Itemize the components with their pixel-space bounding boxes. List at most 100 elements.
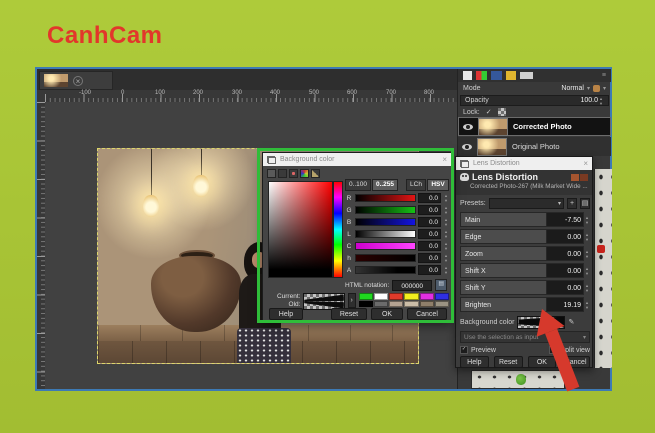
param-label[interactable]: Shift Y: [460, 280, 546, 295]
palette-selector-tab[interactable]: [311, 169, 320, 178]
cmyk-selector-tab[interactable]: [278, 169, 287, 178]
device-status-tab-icon[interactable]: [520, 72, 533, 79]
param-label[interactable]: Main: [460, 212, 546, 227]
presets-dropdown[interactable]: ▾: [489, 198, 564, 209]
hue-strip[interactable]: [333, 181, 343, 278]
split-view-checkbox[interactable]: [549, 346, 557, 354]
saturation-value-square[interactable]: [268, 181, 333, 278]
cancel-button[interactable]: Cancel: [407, 308, 447, 320]
channels-tab-icon[interactable]: [476, 71, 487, 80]
brushes-panel-sliver[interactable]: [594, 169, 612, 368]
channel-slider[interactable]: [355, 218, 416, 226]
channel-value[interactable]: 0.0: [418, 217, 441, 227]
channel-value[interactable]: 0.0: [418, 193, 441, 203]
wheel-selector-tab[interactable]: [300, 169, 309, 178]
opacity-value[interactable]: 100.0: [580, 97, 598, 104]
help-button[interactable]: Help: [460, 356, 489, 368]
add-preset-button[interactable]: +: [567, 198, 577, 209]
param-label[interactable]: Zoom: [460, 246, 546, 261]
brush-thumbnail-green[interactable]: [516, 374, 526, 385]
gimp-selector-tab[interactable]: [267, 169, 276, 178]
channel-slider[interactable]: [355, 206, 416, 214]
param-value[interactable]: 0.00: [546, 280, 584, 295]
spinner[interactable]: [443, 193, 449, 203]
palette-swatch[interactable]: [404, 293, 418, 300]
palette-swatch[interactable]: [435, 293, 449, 300]
range-0-100-button[interactable]: 0..100: [345, 179, 371, 191]
html-notation-input[interactable]: 000000: [392, 280, 432, 291]
palette-swatch[interactable]: [389, 293, 403, 300]
manage-presets-button[interactable]: ▤: [580, 198, 590, 209]
spinner[interactable]: [584, 263, 590, 278]
channel-slider[interactable]: [355, 254, 416, 262]
lock-alpha-icon[interactable]: [498, 108, 506, 116]
tab-close-icon[interactable]: ×: [73, 76, 83, 86]
visibility-eye-icon[interactable]: [463, 124, 473, 130]
close-icon[interactable]: ×: [442, 155, 447, 164]
palette-swatch[interactable]: [359, 301, 373, 308]
palette-swatch[interactable]: [389, 301, 403, 308]
brushes-strip[interactable]: [471, 370, 565, 389]
param-label[interactable]: Shift X: [460, 263, 546, 278]
lens-dialog-titlebar[interactable]: Lens Distortion ×: [456, 157, 592, 170]
spinner[interactable]: [443, 217, 449, 227]
range-0-255-button[interactable]: 0..255: [372, 179, 398, 191]
spinner[interactable]: [443, 265, 449, 275]
layer-row-corrected[interactable]: Corrected Photo: [458, 117, 611, 136]
spinner[interactable]: [584, 297, 590, 312]
palette-swatch[interactable]: [374, 301, 388, 308]
param-value[interactable]: 0.00: [546, 263, 584, 278]
spinner[interactable]: [443, 205, 449, 215]
help-button[interactable]: Help: [269, 308, 303, 320]
close-icon[interactable]: ×: [583, 159, 588, 168]
lch-button[interactable]: LCh: [406, 179, 426, 191]
palette-swatch[interactable]: [420, 293, 434, 300]
lock-pixels-icon[interactable]: ✓: [486, 108, 492, 116]
spinner[interactable]: [584, 229, 590, 244]
channel-slider[interactable]: [355, 194, 416, 202]
watercolor-selector-tab[interactable]: [289, 169, 298, 178]
paths-tab-icon[interactable]: [491, 71, 502, 80]
mode-group-chevron-icon[interactable]: ▾: [603, 85, 606, 92]
channel-value[interactable]: 0.0: [418, 205, 441, 215]
channel-value[interactable]: 0.0: [418, 229, 441, 239]
palette-arrow-button[interactable]: ›: [348, 293, 356, 308]
color-dialog-titlebar[interactable]: Background color ×: [263, 153, 451, 166]
spinner[interactable]: [584, 280, 590, 295]
reset-button[interactable]: Reset: [331, 308, 367, 320]
color-picker-pen-icon[interactable]: ✎: [568, 318, 574, 326]
palette-swatch[interactable]: [404, 301, 418, 308]
reset-button[interactable]: Reset: [494, 356, 523, 368]
spinner[interactable]: [584, 246, 590, 261]
image-tab[interactable]: ×: [39, 71, 113, 90]
opacity-slider[interactable]: Opacity 100.0: [460, 95, 609, 106]
vertical-ruler[interactable]: [37, 102, 45, 389]
palette-swatch[interactable]: [420, 301, 434, 308]
opacity-spinner[interactable]: [598, 96, 604, 106]
background-color-swatch[interactable]: [517, 316, 565, 329]
preview-checkbox[interactable]: ✓: [460, 346, 468, 354]
cancel-button[interactable]: Cancel: [561, 356, 590, 368]
ok-button[interactable]: OK: [371, 308, 403, 320]
layer-name[interactable]: Original Photo: [512, 142, 560, 151]
undo-history-tab-icon[interactable]: [506, 71, 516, 80]
layer-row-original[interactable]: Original Photo: [458, 137, 611, 156]
palette-swatch[interactable]: [374, 293, 388, 300]
dock-menu-icon[interactable]: ≡: [602, 72, 606, 79]
mode-switch-icon[interactable]: [593, 85, 600, 92]
channel-slider[interactable]: [355, 230, 416, 238]
layers-tab-icon[interactable]: [463, 71, 472, 80]
horizontal-ruler[interactable]: -100 0 100 200 300 400 500 600 700 800: [45, 90, 457, 102]
param-value[interactable]: 0.00: [546, 246, 584, 261]
ok-button[interactable]: OK: [528, 356, 557, 368]
channel-value[interactable]: 0.0: [418, 253, 441, 263]
spinner[interactable]: [584, 212, 590, 227]
param-value[interactable]: -7.50: [546, 212, 584, 227]
visibility-eye-icon[interactable]: [462, 144, 472, 150]
copy-clipboard-icon[interactable]: ▤: [435, 279, 447, 291]
selection-input-dropdown[interactable]: Use the selection as input ▾: [460, 331, 590, 343]
param-value[interactable]: 19.19: [546, 297, 584, 312]
mode-value[interactable]: Normal: [561, 85, 584, 92]
palette-swatch[interactable]: [359, 293, 373, 300]
param-label[interactable]: Brighten: [460, 297, 546, 312]
